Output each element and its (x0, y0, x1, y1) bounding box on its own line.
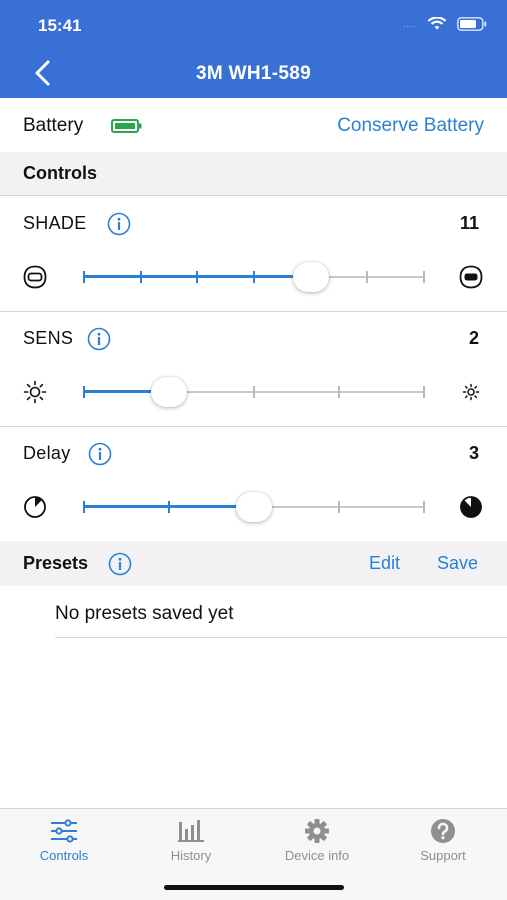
sens-setting: SENS 2 (0, 312, 507, 427)
slider-tick (338, 501, 340, 513)
battery-row: Battery Conserve Battery (0, 98, 507, 152)
delay-setting: Delay 3 (0, 427, 507, 542)
tab-history[interactable]: History (128, 809, 254, 871)
tab-device-info[interactable]: Device info (254, 809, 380, 871)
presets-title: Presets (23, 553, 89, 573)
shade-value: 11 (459, 213, 479, 233)
info-icon[interactable] (88, 442, 112, 466)
shade-setting: SHADE 11 (0, 197, 507, 312)
slider-tick (338, 386, 340, 398)
tab-label: Controls (39, 848, 89, 863)
gear-icon (305, 819, 329, 843)
slider-tick (83, 501, 85, 513)
tab-support[interactable]: Support (380, 809, 506, 871)
tab-label: Device info (284, 848, 350, 863)
battery-full-icon (111, 119, 142, 133)
delay-value: 3 (468, 443, 479, 463)
bar-chart-icon (178, 820, 204, 842)
shade-label: SHADE (23, 213, 87, 233)
presets-edit-button[interactable]: Edit (369, 553, 400, 574)
slider-tick (423, 271, 425, 283)
slider-tick (423, 501, 425, 513)
home-indicator (164, 885, 344, 890)
controls-title: Controls (23, 163, 97, 183)
conserve-battery-button[interactable]: Conserve Battery (337, 115, 484, 137)
info-icon[interactable] (107, 212, 131, 236)
signal-icon: .... (402, 19, 417, 29)
delay-long-icon (460, 496, 482, 518)
slider-thumb[interactable] (292, 262, 329, 292)
controls-section-header: Controls (0, 152, 507, 196)
battery-icon (457, 17, 487, 31)
shade-dark-icon (459, 265, 483, 289)
slider-thumb[interactable] (151, 377, 187, 407)
slider-tick (423, 386, 425, 398)
sliders-icon (51, 819, 77, 843)
sens-slider[interactable] (83, 377, 425, 407)
sens-value: 2 (468, 328, 479, 348)
shade-slider[interactable] (83, 262, 425, 292)
slider-tick (196, 271, 199, 283)
divider (55, 637, 507, 638)
sun-large-icon (23, 380, 47, 404)
wifi-icon (427, 17, 447, 30)
info-icon[interactable] (87, 327, 111, 351)
delay-label: Delay (23, 443, 71, 463)
navigation-header: 15:41 .... 3M WH1-589 (0, 0, 507, 98)
presets-section-header: Presets Edit Save (0, 541, 507, 586)
slider-tick (168, 501, 170, 513)
presets-empty-message: No presets saved yet (55, 603, 234, 624)
shade-light-icon (23, 265, 47, 289)
page-title: 3M WH1-589 (196, 63, 311, 84)
slider-tick (139, 271, 142, 283)
battery-label: Battery (23, 115, 84, 136)
slider-tick (83, 271, 85, 283)
slider-thumb[interactable] (236, 492, 272, 522)
status-time: 15:41 (38, 16, 82, 35)
status-icons: .... (403, 17, 487, 31)
presets-save-button[interactable]: Save (437, 553, 478, 574)
question-circle-icon (431, 819, 455, 843)
tab-label: Support (420, 848, 466, 863)
delay-short-icon (24, 496, 46, 518)
delay-slider[interactable] (83, 492, 425, 522)
slider-tick (366, 271, 369, 283)
slider-tick (83, 386, 85, 398)
sun-small-icon (462, 383, 480, 401)
sens-label: SENS (23, 328, 74, 348)
slider-tick (253, 386, 255, 398)
tab-controls[interactable]: Controls (1, 809, 127, 871)
tab-label: History (170, 848, 212, 863)
info-icon[interactable] (108, 552, 132, 576)
slider-tick (253, 271, 255, 283)
